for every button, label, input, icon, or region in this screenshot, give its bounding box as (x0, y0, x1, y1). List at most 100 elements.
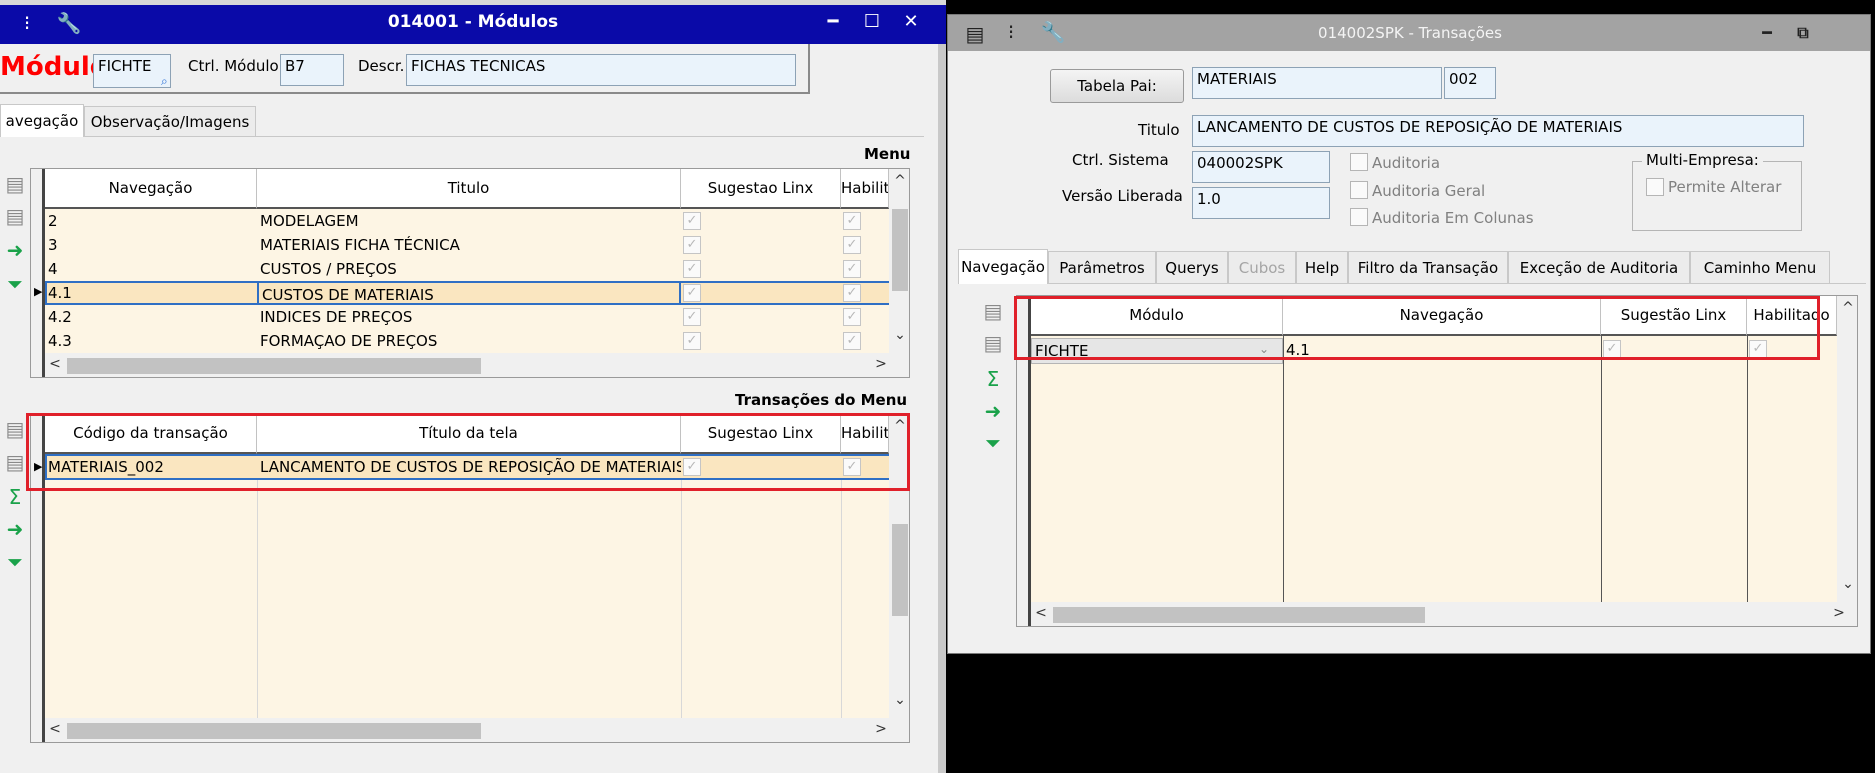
expand-icon[interactable]: ⏷ (0, 270, 30, 298)
scroll-left-icon[interactable]: < (45, 356, 65, 372)
tab-help[interactable]: Help (1296, 251, 1348, 283)
add-row-icon[interactable]: ▤ (0, 170, 30, 198)
cell-nav[interactable]: 4 (45, 257, 257, 281)
sugestao-checkbox[interactable]: ✓ (683, 260, 701, 278)
header-habilitado[interactable]: Habilit (841, 414, 889, 454)
sugestao-checkbox[interactable]: ✓ (1603, 340, 1621, 358)
scroll-thumb[interactable] (67, 723, 481, 739)
cell-nav[interactable]: 3 (45, 233, 257, 257)
nav-vertical-scrollbar[interactable]: ^ ⌄ (1837, 296, 1857, 602)
scroll-up-icon[interactable]: ^ (1837, 300, 1857, 316)
header-modulo[interactable]: Módulo (1031, 296, 1283, 336)
trans-horizontal-scrollbar[interactable]: < > (45, 718, 909, 742)
scroll-thumb[interactable] (892, 209, 908, 291)
tab-querys[interactable]: Querys (1156, 251, 1228, 283)
sugestao-checkbox[interactable]: ✓ (683, 236, 701, 254)
header-sugestao[interactable]: Sugestao Linx (681, 414, 841, 454)
scroll-thumb[interactable] (892, 524, 908, 616)
scroll-thumb[interactable] (1053, 607, 1425, 623)
chevron-down-icon[interactable]: ⌄ (1259, 342, 1269, 356)
export-icon[interactable]: ➜ (0, 515, 30, 543)
scroll-up-icon[interactable]: ^ (889, 173, 909, 189)
sugestao-checkbox[interactable]: ✓ (683, 458, 701, 476)
scroll-down-icon[interactable]: ⌄ (889, 327, 909, 343)
header-habilitado[interactable]: Habilit (841, 169, 889, 209)
trans-vertical-scrollbar[interactable]: ^ ⌄ (889, 414, 909, 718)
remove-row-icon[interactable]: ▤ (978, 329, 1008, 357)
scroll-right-icon[interactable]: > (871, 356, 891, 372)
restore-button[interactable]: ⧉ (1784, 18, 1822, 48)
cell-navegacao[interactable]: 4.1 (1283, 338, 1601, 362)
scroll-down-icon[interactable]: ⌄ (889, 692, 909, 708)
tabela-pai-button[interactable]: Tabela Pai: (1050, 69, 1184, 103)
habilitado-checkbox[interactable]: ✓ (843, 308, 861, 326)
cell-titulo[interactable]: INDICES DE PREÇOS (257, 305, 681, 329)
menu-vertical-scrollbar[interactable]: ^ ⌄ (889, 169, 909, 353)
auditoria-geral-checkbox[interactable] (1350, 181, 1368, 199)
minimize-button[interactable]: ━ (1748, 18, 1786, 48)
tab-observacao[interactable]: Observação/Imagens (84, 106, 256, 136)
header-codigo[interactable]: Código da transação (45, 414, 257, 454)
header-navegacao[interactable]: Navegação (1283, 296, 1601, 336)
titulo-field[interactable]: LANCAMENTO DE CUSTOS DE REPOSIÇÃO DE MAT… (1192, 115, 1804, 147)
tab-caminho-menu[interactable]: Caminho Menu (1690, 251, 1830, 283)
header-sugestao[interactable]: Sugestao Linx (681, 169, 841, 209)
versao-field[interactable]: 1.0 (1192, 187, 1330, 219)
scroll-left-icon[interactable]: < (1031, 605, 1051, 621)
permite-alterar-checkbox[interactable] (1646, 178, 1664, 196)
remove-row-icon[interactable]: ▤ (0, 448, 30, 476)
ctrl-modulo-field[interactable]: B7 (280, 54, 344, 86)
remove-row-icon[interactable]: ▤ (0, 202, 30, 230)
close-button[interactable]: ✕ (892, 7, 930, 37)
habilitado-checkbox[interactable]: ✓ (843, 236, 861, 254)
habilitado-checkbox[interactable]: ✓ (843, 260, 861, 278)
cell-titulo[interactable]: MODELAGEM (257, 209, 681, 233)
maximize-button[interactable]: ☐ (853, 7, 891, 37)
cell-titulo[interactable]: CUSTOS DE MATERIAIS (257, 281, 681, 305)
scroll-up-icon[interactable]: ^ (889, 418, 909, 434)
sugestao-checkbox[interactable]: ✓ (683, 332, 701, 350)
cell-nav[interactable]: 4.1 (45, 281, 257, 305)
header-titulo-tela[interactable]: Título da tela (257, 414, 681, 454)
habilitado-checkbox[interactable]: ✓ (843, 458, 861, 476)
tabela-pai-code-field[interactable]: 002 (1444, 67, 1496, 99)
auditoria-checkbox[interactable] (1350, 153, 1368, 171)
cell-titulo[interactable]: CUSTOS / PREÇOS (257, 257, 681, 281)
scroll-down-icon[interactable]: ⌄ (1837, 576, 1857, 592)
expand-icon[interactable]: ⏷ (978, 429, 1008, 457)
add-row-icon[interactable]: ▤ (978, 297, 1008, 325)
export-icon[interactable]: ➜ (978, 397, 1008, 425)
modulo-field[interactable]: FICHTE (93, 54, 171, 88)
header-titulo[interactable]: Titulo (257, 169, 681, 209)
modulo-dropdown[interactable]: FICHTE (1031, 338, 1283, 364)
sugestao-checkbox[interactable]: ✓ (683, 212, 701, 230)
nav-horizontal-scrollbar[interactable]: < > (1031, 602, 1857, 626)
habilitado-checkbox[interactable]: ✓ (843, 284, 861, 302)
tab-filtro[interactable]: Filtro da Transação (1348, 251, 1508, 283)
header-sugestao[interactable]: Sugestão Linx (1601, 296, 1747, 336)
add-row-icon[interactable]: ▤ (0, 415, 30, 443)
scroll-right-icon[interactable]: > (1829, 605, 1849, 621)
tabela-pai-field[interactable]: MATERIAIS (1192, 67, 1442, 99)
ctrl-sistema-field[interactable]: 040002SPK (1192, 151, 1330, 183)
tab-cubos[interactable]: Cubos (1228, 251, 1296, 283)
cell-nav[interactable]: 4.2 (45, 305, 257, 329)
minimize-button[interactable]: ━ (814, 7, 852, 37)
habilitado-checkbox[interactable]: ✓ (843, 332, 861, 350)
auditoria-colunas-checkbox[interactable] (1350, 208, 1368, 226)
scroll-right-icon[interactable]: > (871, 721, 891, 737)
cell-titulo[interactable]: FORMAÇAO DE PREÇOS (257, 329, 681, 353)
sugestao-checkbox[interactable]: ✓ (683, 308, 701, 326)
expand-icon[interactable]: ⏷ (0, 548, 30, 576)
sugestao-checkbox[interactable]: ✓ (683, 284, 701, 302)
descr-field[interactable]: FICHAS TECNICAS (406, 54, 796, 86)
habilitado-checkbox[interactable]: ✓ (843, 212, 861, 230)
tab-excecao[interactable]: Exceção de Auditoria (1508, 251, 1690, 283)
header-habilitado[interactable]: Habilitado (1747, 296, 1837, 336)
scroll-thumb[interactable] (67, 358, 481, 374)
header-navegacao[interactable]: Navegação (45, 169, 257, 209)
tab-navegacao[interactable]: avegação (0, 104, 84, 137)
sum-icon[interactable]: Σ (978, 365, 1008, 393)
habilitado-checkbox[interactable]: ✓ (1749, 340, 1767, 358)
sum-icon[interactable]: Σ (0, 483, 30, 511)
